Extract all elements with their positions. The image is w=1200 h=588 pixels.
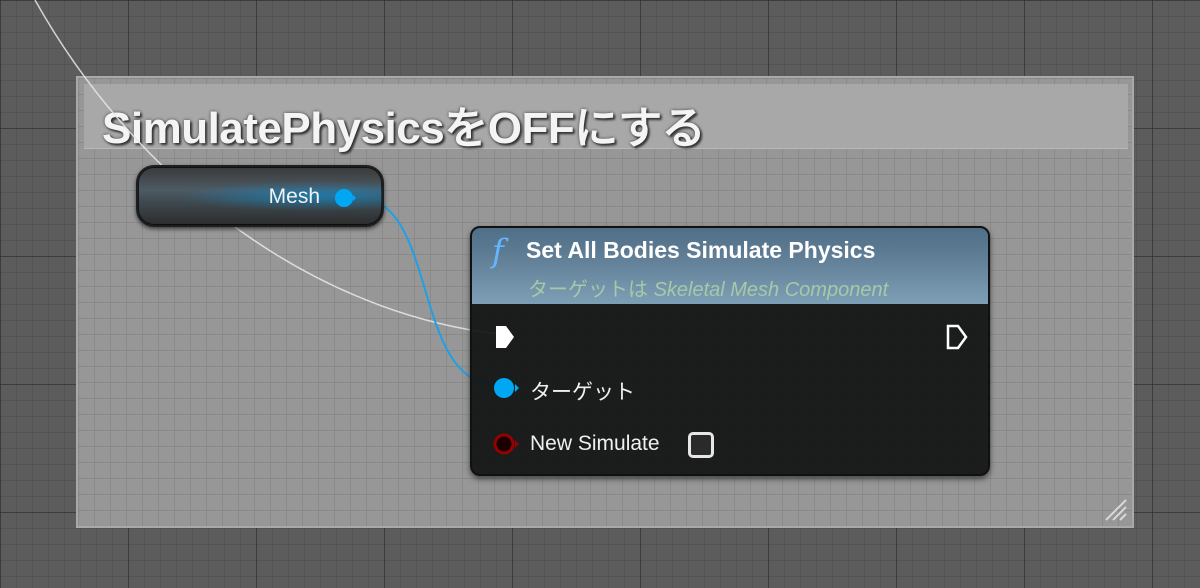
new-simulate-label-text: New Simulate — [530, 432, 660, 455]
function-icon: f — [492, 232, 504, 270]
mesh-variable-node[interactable]: Mesh — [136, 165, 384, 227]
new-simulate-pin-label: New Simulate — [530, 432, 660, 456]
comment-title[interactable]: SimulatePhysicsをOFFにする — [102, 92, 706, 156]
target-input-pin-icon[interactable] — [492, 376, 520, 400]
subtitle-target-prefix: ターゲットは — [528, 279, 654, 301]
new-simulate-pin-row: New Simulate — [472, 424, 988, 464]
subtitle-target-class: Skeletal Mesh Component — [653, 279, 889, 301]
exec-pin-row — [472, 316, 988, 356]
function-node-subtitle: ターゲットは Skeletal Mesh Component — [528, 273, 888, 302]
function-node-title: Set All Bodies Simulate Physics — [526, 237, 876, 263]
target-pin-row: ターゲット — [472, 368, 988, 408]
exec-output-pin-icon[interactable] — [946, 324, 968, 350]
set-all-bodies-simulate-physics-node[interactable]: f Set All Bodies Simulate Physics ターゲットは… — [470, 226, 990, 476]
comment-header[interactable]: SimulatePhysicsをOFFにする — [84, 84, 1128, 153]
exec-input-pin-icon[interactable] — [494, 324, 516, 350]
new-simulate-checkbox[interactable] — [688, 432, 714, 458]
resize-grip-icon[interactable] — [1102, 496, 1128, 522]
target-pin-label: ターゲット — [530, 381, 635, 404]
new-simulate-input-pin-icon[interactable] — [492, 432, 520, 456]
mesh-variable-label: Mesh — [268, 185, 320, 208]
function-node-header[interactable]: f Set All Bodies Simulate Physics ターゲットは… — [472, 228, 988, 304]
mesh-output-pin-icon[interactable] — [334, 187, 356, 209]
